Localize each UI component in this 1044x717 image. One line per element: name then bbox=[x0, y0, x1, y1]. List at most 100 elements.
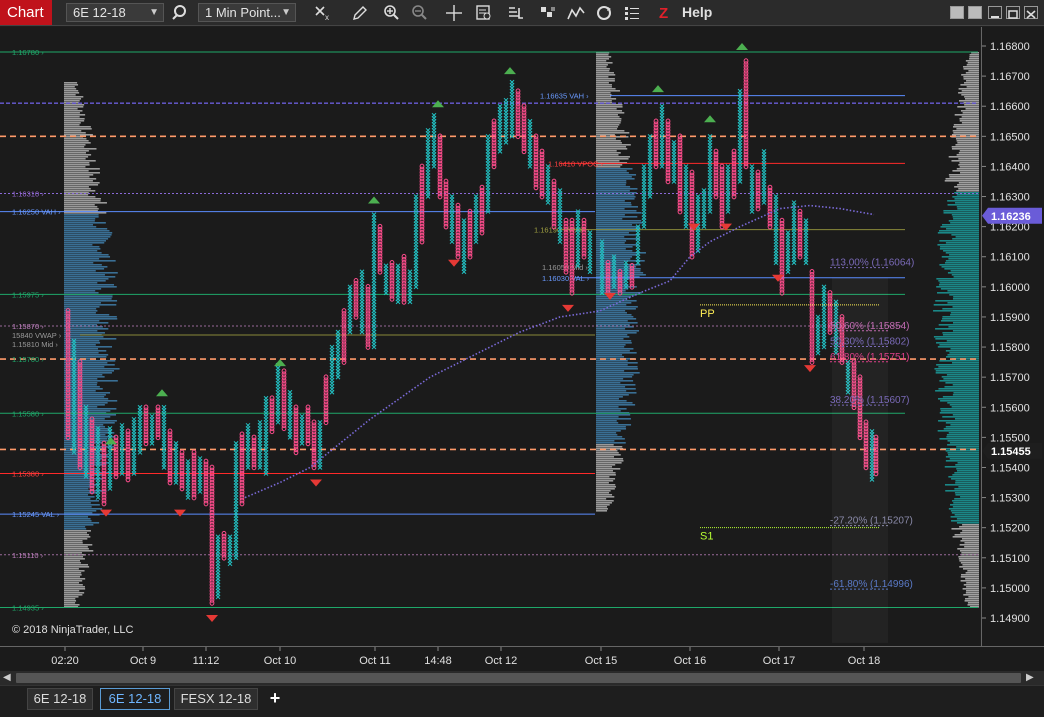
zoom-out-icon[interactable] bbox=[410, 4, 430, 22]
scroll-right-icon[interactable]: ▶ bbox=[1026, 672, 1038, 684]
profile-bar bbox=[963, 68, 979, 70]
pnf-x-column bbox=[431, 112, 437, 169]
profile-bar bbox=[596, 482, 609, 484]
profile-bar bbox=[954, 418, 979, 420]
profile-bar bbox=[64, 246, 100, 248]
profile-bar bbox=[596, 86, 612, 88]
scroll-thumb[interactable] bbox=[16, 673, 1021, 683]
crosshair-icon[interactable] bbox=[444, 4, 464, 22]
profile-bar bbox=[949, 254, 979, 256]
profile-bar bbox=[951, 478, 979, 480]
pnf-x-column bbox=[815, 314, 821, 356]
pnf-x-column bbox=[473, 194, 479, 245]
profile-bar bbox=[596, 336, 630, 338]
pnf-o-column bbox=[389, 259, 395, 302]
profile-bar bbox=[64, 550, 94, 552]
time-axis[interactable]: 02:20 Oct 9 11:12 Oct 10 Oct 11 14:48 Oct 12 Oc… bbox=[0, 646, 1044, 671]
profile-bar bbox=[948, 508, 979, 510]
pnf-x-mark bbox=[275, 419, 281, 425]
pnf-x-column bbox=[197, 456, 203, 494]
crosshair-remove-icon[interactable]: x bbox=[313, 4, 333, 22]
zlogo-icon[interactable]: Z bbox=[656, 4, 676, 22]
indicator-icon[interactable] bbox=[566, 4, 586, 22]
profile-bar bbox=[952, 238, 979, 240]
pnf-x-mark bbox=[185, 495, 191, 500]
refresh-icon[interactable] bbox=[594, 4, 614, 22]
left-level-label: 1.14935 › bbox=[12, 603, 44, 612]
profile-bar bbox=[945, 260, 979, 262]
profile-bar bbox=[945, 456, 979, 458]
profile-bar bbox=[64, 116, 80, 118]
profile-bar bbox=[64, 250, 98, 252]
time-tick-label: 02:20 bbox=[51, 655, 79, 667]
profile-bar bbox=[596, 432, 617, 434]
pivot-s1-label: S1 bbox=[700, 531, 713, 543]
price-axis[interactable]: 1.16800 1.16700 1.16600 1.16500 1.16400 1.163… bbox=[981, 27, 1044, 646]
profile-bar bbox=[596, 82, 609, 84]
profile-bar bbox=[596, 188, 638, 190]
profile-bar bbox=[941, 266, 979, 268]
tab-fesx-12-18[interactable]: FESX 12-18 bbox=[174, 688, 258, 710]
pnf-x-mark bbox=[701, 224, 707, 229]
restore-icon[interactable] bbox=[968, 6, 982, 19]
profile-bar bbox=[596, 100, 612, 102]
add-tab-icon[interactable]: + bbox=[262, 688, 288, 710]
profile-bar bbox=[64, 524, 94, 526]
scroll-left-icon[interactable]: ◀ bbox=[3, 672, 15, 684]
last-price-label: 1.15455 bbox=[991, 446, 1031, 458]
help-menu[interactable]: Help bbox=[682, 4, 712, 20]
pnf-x-mark bbox=[737, 179, 743, 184]
profile-bar bbox=[64, 138, 87, 140]
search-icon[interactable] bbox=[170, 4, 190, 22]
pnf-x-mark bbox=[215, 594, 221, 600]
profile-bar bbox=[596, 446, 623, 448]
strategy-icon[interactable] bbox=[538, 4, 558, 22]
profile-bar bbox=[963, 102, 979, 104]
profile-bar bbox=[596, 500, 614, 502]
pnf-o-mark bbox=[167, 479, 173, 486]
profile-bar bbox=[596, 122, 621, 124]
close-icon[interactable] bbox=[1024, 6, 1038, 19]
interval-selector[interactable]: 1 Min Point... ▼ bbox=[198, 3, 296, 22]
pencil-icon[interactable] bbox=[350, 4, 370, 22]
profile-bar bbox=[596, 438, 625, 440]
profile-bar bbox=[966, 64, 979, 66]
zoom-in-icon[interactable] bbox=[382, 4, 402, 22]
data-box-icon[interactable] bbox=[474, 4, 494, 22]
profile-bar bbox=[596, 134, 615, 136]
tab-6e-12-18-active[interactable]: 6E 12-18 bbox=[100, 688, 170, 710]
profile-bar bbox=[942, 334, 979, 336]
minimize-window-icon[interactable] bbox=[988, 6, 1002, 19]
pnf-x-column bbox=[575, 209, 581, 269]
profile-bar bbox=[596, 174, 637, 176]
profile-bar bbox=[596, 126, 619, 128]
profile-bar bbox=[596, 306, 638, 308]
profile-bar bbox=[596, 470, 614, 472]
profile-bar bbox=[64, 422, 115, 424]
minimize-icon[interactable] bbox=[950, 6, 964, 19]
horizontal-scrollbar[interactable]: ◀ ▶ bbox=[0, 671, 1044, 685]
bar-chart-icon[interactable] bbox=[506, 4, 526, 22]
pnf-x-column bbox=[299, 413, 305, 446]
profile-bar bbox=[596, 488, 615, 490]
properties-icon[interactable] bbox=[622, 4, 642, 22]
maximize-icon[interactable] bbox=[1006, 6, 1020, 19]
pnf-x-column bbox=[749, 164, 755, 214]
profile-bar bbox=[596, 58, 610, 60]
pnf-x-mark bbox=[557, 239, 563, 245]
pnf-x-column bbox=[503, 97, 509, 145]
fib-level-label: -27.20% (1.15207) bbox=[830, 516, 913, 527]
tab-6e-12-18[interactable]: 6E 12-18 bbox=[27, 688, 93, 710]
pnf-x-mark bbox=[815, 350, 821, 356]
instrument-selector[interactable]: 6E 12-18 ▼ bbox=[66, 3, 164, 22]
point-and-figure-chart[interactable]: 1.16780 › 1.16310 › 1.16250 VAH › 1.15975 ›… bbox=[0, 27, 980, 646]
swing-high-marker bbox=[704, 115, 716, 123]
profile-bar bbox=[64, 98, 82, 100]
profile-bar bbox=[596, 56, 612, 58]
pnf-x-column bbox=[335, 329, 341, 380]
profile-bar bbox=[955, 464, 979, 466]
profile-bar bbox=[64, 100, 80, 102]
profile-bar bbox=[64, 200, 101, 202]
profile-bar bbox=[952, 322, 979, 324]
pnf-x-mark bbox=[407, 299, 413, 305]
